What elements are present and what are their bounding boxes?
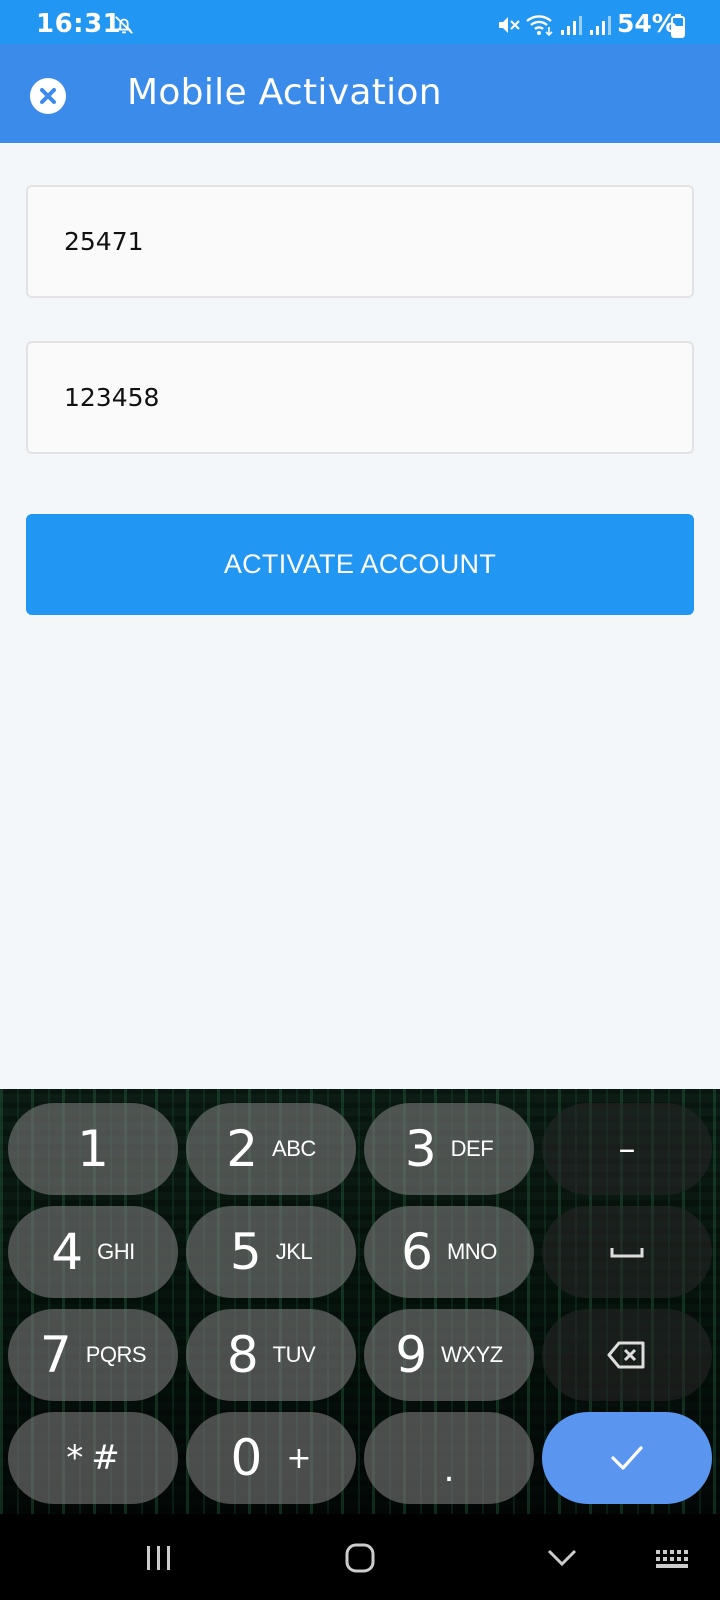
key-digit: 5 [229, 1223, 262, 1281]
key-done[interactable] [542, 1412, 712, 1504]
close-button[interactable] [30, 78, 66, 114]
key-letters: GHI [97, 1239, 135, 1264]
key-backspace[interactable] [542, 1309, 712, 1401]
key-0[interactable]: 0 + [186, 1412, 356, 1504]
key-digit: 2 [226, 1120, 259, 1178]
key-7[interactable]: 7 PQRS [8, 1309, 178, 1401]
chevron-down-icon[interactable] [546, 1548, 578, 1568]
key-digit: 9 [395, 1326, 428, 1384]
key-symbol: . [443, 1450, 455, 1490]
status-bar: 16:31 54% [0, 0, 720, 44]
key-3[interactable]: 3 DEF [364, 1103, 534, 1195]
page-title: Mobile Activation [127, 72, 442, 113]
checkmark-icon [611, 1446, 643, 1470]
signal-icon-1 [561, 16, 582, 35]
key-4[interactable]: 4 GHI [8, 1206, 178, 1298]
key-letters: TUV [272, 1342, 316, 1367]
key-digit: 3 [404, 1120, 437, 1178]
key-letters: JKL [275, 1239, 313, 1264]
signal-icon-2 [590, 16, 611, 35]
activation-code-field-container [26, 341, 694, 454]
key-letters: DEF [450, 1136, 494, 1161]
navigation-bar [0, 1514, 720, 1600]
key-digit: 1 [77, 1120, 109, 1178]
close-icon [40, 88, 56, 104]
key-star-hash[interactable]: * # [8, 1412, 178, 1504]
key-digit: 0 [230, 1429, 263, 1487]
key-digit: 8 [226, 1326, 259, 1384]
activate-account-button[interactable]: ACTIVATE ACCOUNT [26, 514, 694, 615]
mute-icon [499, 17, 520, 33]
key-dash[interactable]: – [542, 1103, 712, 1195]
key-digit: 7 [39, 1326, 72, 1384]
key-letters: MNO [446, 1239, 497, 1264]
space-icon [610, 1248, 644, 1258]
key-digit: 4 [51, 1223, 84, 1281]
dash-label: – [618, 1129, 636, 1169]
account-number-input[interactable] [64, 187, 664, 296]
key-dot[interactable]: . [364, 1412, 534, 1504]
key-1[interactable]: 1 [8, 1103, 178, 1195]
wifi-icon [526, 15, 553, 37]
activation-code-input[interactable] [64, 343, 664, 452]
key-2[interactable]: 2 ABC [186, 1103, 356, 1195]
numeric-keyboard: 1 2 ABC 3 DEF – 4 GHI 5 JKL 6 MNO 7 PQRS… [0, 1089, 720, 1514]
key-letters: ABC [272, 1136, 316, 1161]
backspace-icon [607, 1341, 645, 1369]
notifications-off-icon [115, 16, 133, 34]
key-letters: WXYZ [441, 1342, 503, 1367]
battery-percentage: 54% [617, 9, 677, 38]
key-digit: 6 [401, 1223, 433, 1281]
recent-apps-icon[interactable] [144, 1544, 174, 1572]
key-letters: PQRS [85, 1342, 147, 1367]
home-icon[interactable] [344, 1542, 376, 1574]
key-letters: + [286, 1440, 312, 1476]
key-5[interactable]: 5 JKL [186, 1206, 356, 1298]
key-space[interactable] [542, 1206, 712, 1298]
key-symbol: * [66, 1438, 84, 1478]
key-symbol-alt: # [91, 1438, 120, 1478]
key-9[interactable]: 9 WXYZ [364, 1309, 534, 1401]
key-6[interactable]: 6 MNO [364, 1206, 534, 1298]
keyboard-icon[interactable] [654, 1548, 692, 1572]
battery-icon [671, 14, 685, 38]
app-bar: Mobile Activation [0, 44, 720, 143]
account-number-field-container [26, 185, 694, 298]
key-8[interactable]: 8 TUV [186, 1309, 356, 1401]
status-time: 16:31 [36, 9, 122, 39]
